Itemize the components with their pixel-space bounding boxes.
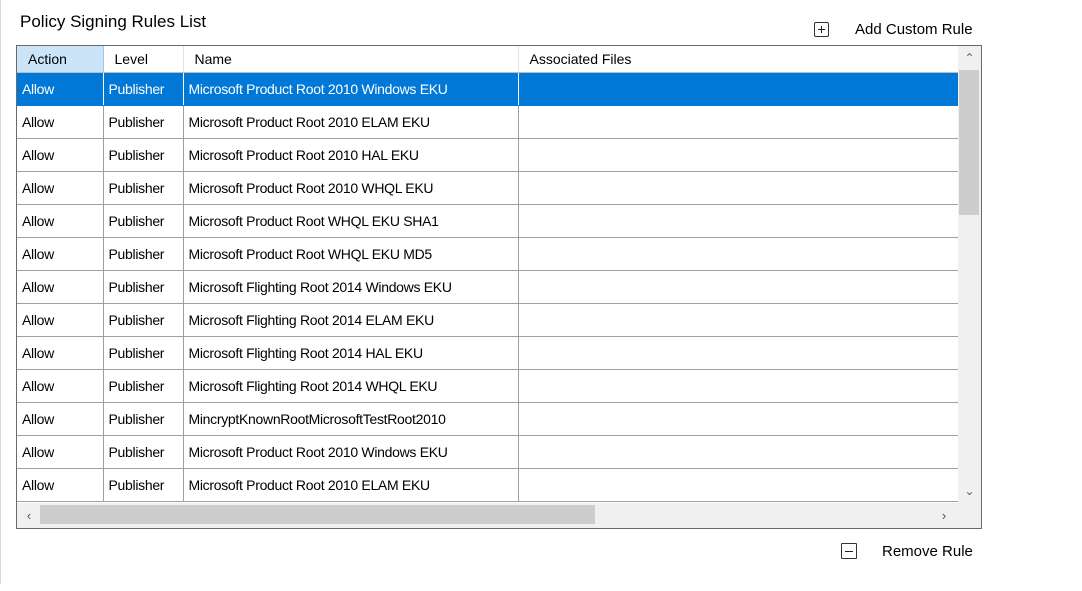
column-header-level[interactable]: Level [103,46,184,73]
cell-associated-files [518,171,958,205]
cell-level: Publisher [103,303,184,337]
cell-associated-files [518,237,958,271]
vertical-scroll-thumb[interactable] [959,70,979,215]
cell-name: Microsoft Flighting Root 2014 ELAM EKU [183,303,519,337]
cell-action: Allow [17,171,104,205]
table-row[interactable]: Allow Publisher Microsoft Product Root WHQ… [17,237,958,271]
cell-associated-files [518,369,958,403]
remove-rule-button[interactable]: Remove Rule [841,539,973,563]
chevron-left-icon[interactable]: ‹ [19,503,39,528]
cell-name: Microsoft Product Root 2010 Windows EKU [183,72,519,106]
cell-action: Allow [17,468,104,502]
cell-level: Publisher [103,369,184,403]
cell-level: Publisher [103,138,184,172]
column-header-associated-files[interactable]: Associated Files [518,46,958,73]
table-row[interactable]: Allow Publisher Microsoft Product Root 201… [17,435,958,469]
cell-level: Publisher [103,171,184,205]
add-custom-rule-label: Add Custom Rule [855,20,973,38]
table-row[interactable]: Allow Publisher MincryptKnownRootMicrosoft… [17,402,958,436]
cell-associated-files [518,105,958,139]
cell-associated-files [518,402,958,436]
cell-name: Microsoft Product Root 2010 HAL EKU [183,138,519,172]
cell-action: Allow [17,237,104,271]
chevron-down-icon[interactable]: ⌄ [958,481,981,501]
plus-box-icon [814,21,829,37]
cell-associated-files [518,336,958,370]
minus-box-icon [841,543,857,559]
table-row[interactable]: Allow Publisher Microsoft Product Root 201… [17,468,958,502]
cell-name: MincryptKnownRootMicrosoftTestRoot2010 [183,402,519,436]
cell-action: Allow [17,138,104,172]
cell-name: Microsoft Product Root 2010 ELAM EKU [183,105,519,139]
cell-level: Publisher [103,204,184,238]
cell-level: Publisher [103,402,184,436]
table-row[interactable]: Allow Publisher Microsoft Product Root 201… [17,138,958,172]
cell-level: Publisher [103,270,184,304]
table-row[interactable]: Allow Publisher Microsoft Flighting Root 2… [17,270,958,304]
cell-action: Allow [17,270,104,304]
cell-level: Publisher [103,435,184,469]
cell-action: Allow [17,435,104,469]
cell-associated-files [518,435,958,469]
vertical-scrollbar[interactable]: ⌃ ⌄ [958,46,981,503]
add-custom-rule-button[interactable]: Add Custom Rule [814,17,973,41]
cell-name: Microsoft Flighting Root 2014 HAL EKU [183,336,519,370]
cell-name: Microsoft Flighting Root 2014 Windows EK… [183,270,519,304]
cell-level: Publisher [103,237,184,271]
cell-action: Allow [17,303,104,337]
cell-action: Allow [17,105,104,139]
cell-associated-files [518,138,958,172]
cell-level: Publisher [103,105,184,139]
cell-action: Allow [17,72,104,106]
chevron-right-icon[interactable]: › [934,503,954,528]
table-row[interactable]: Allow Publisher Microsoft Product Root 201… [17,171,958,205]
chevron-up-icon[interactable]: ⌃ [958,48,981,68]
cell-associated-files [518,204,958,238]
scrollbar-corner [958,503,981,528]
header-row: Action Level Name Associated Files [17,46,958,73]
cell-associated-files [518,270,958,304]
cell-action: Allow [17,204,104,238]
horizontal-scroll-thumb[interactable] [40,505,595,524]
cell-level: Publisher [103,468,184,502]
table-row[interactable]: Allow Publisher Microsoft Flighting Root 2… [17,336,958,370]
table-row[interactable]: Allow Publisher Microsoft Product Root WHQ… [17,204,958,238]
table-row[interactable]: Allow Publisher Microsoft Product Root 201… [17,72,958,106]
table-row[interactable]: Allow Publisher Microsoft Flighting Root 2… [17,369,958,403]
cell-level: Publisher [103,72,184,106]
cell-name: Microsoft Product Root 2010 WHQL EKU [183,171,519,205]
signing-rules-grid[interactable]: Action Level Name Associated Files Allow… [16,45,982,529]
panel-left-border [0,0,1,584]
cell-associated-files [518,72,958,106]
cell-name: Microsoft Product Root WHQL EKU MD5 [183,237,519,271]
page-title: Policy Signing Rules List [20,12,207,31]
rules-table: Action Level Name Associated Files Allow… [17,46,958,502]
cell-level: Publisher [103,336,184,370]
column-header-name[interactable]: Name [183,46,519,73]
table-row[interactable]: Allow Publisher Microsoft Flighting Root 2… [17,303,958,337]
cell-name: Microsoft Product Root WHQL EKU SHA1 [183,204,519,238]
cell-action: Allow [17,336,104,370]
table-row[interactable]: Allow Publisher Microsoft Product Root 201… [17,105,958,139]
cell-name: Microsoft Flighting Root 2014 WHQL EKU [183,369,519,403]
cell-name: Microsoft Product Root 2010 Windows EKU [183,435,519,469]
cell-associated-files [518,303,958,337]
horizontal-scrollbar[interactable]: ‹ › [17,503,958,528]
cell-action: Allow [17,402,104,436]
column-header-action[interactable]: Action [17,46,104,73]
remove-rule-label: Remove Rule [882,542,973,560]
cell-associated-files [518,468,958,502]
cell-action: Allow [17,369,104,403]
cell-name: Microsoft Product Root 2010 ELAM EKU [183,468,519,502]
